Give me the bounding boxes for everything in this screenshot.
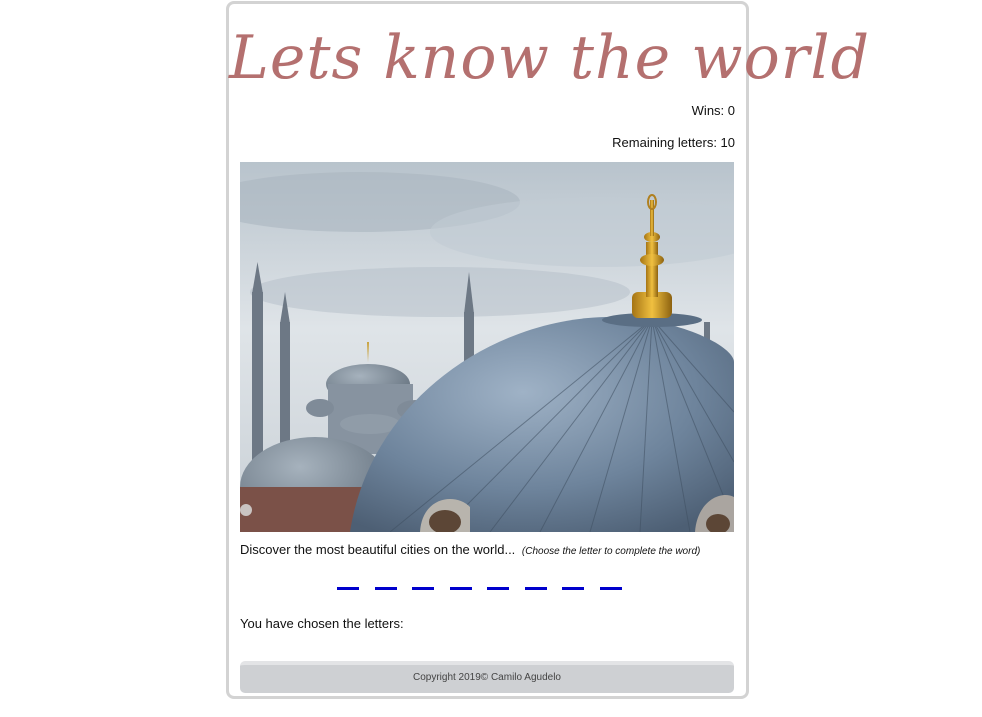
letter-blank bbox=[524, 587, 547, 590]
footer: Copyright 2019© Camilo Agudelo bbox=[240, 661, 734, 693]
letter-blank bbox=[487, 587, 509, 590]
word-blanks bbox=[337, 587, 627, 591]
chosen-letters-label: You have chosen the letters: bbox=[240, 616, 404, 631]
letter-blank bbox=[449, 587, 472, 590]
caption-text: Discover the most beautiful cities on th… bbox=[240, 542, 516, 557]
remaining-letters-counter: Remaining letters: 10 bbox=[612, 135, 735, 150]
page-title: Lets know the world bbox=[229, 23, 870, 93]
wins-counter: Wins: 0 bbox=[691, 103, 735, 118]
carousel-indicator[interactable] bbox=[240, 504, 252, 516]
game-card: Lets know the world Wins: 0 Remaining le… bbox=[226, 1, 870, 699]
game-caption: Discover the most beautiful cities on th… bbox=[240, 542, 700, 557]
city-photo bbox=[240, 162, 734, 532]
letter-blank bbox=[562, 587, 584, 590]
letter-blank bbox=[599, 587, 622, 590]
letter-blank bbox=[374, 587, 397, 590]
mosque-domes-image bbox=[240, 162, 734, 532]
copyright-text: Copyright 2019© Camilo Agudelo bbox=[412, 672, 561, 683]
letter-blank bbox=[337, 587, 359, 590]
letter-blank bbox=[412, 587, 434, 590]
caption-hint: (Choose the letter to complete the word) bbox=[521, 546, 701, 557]
